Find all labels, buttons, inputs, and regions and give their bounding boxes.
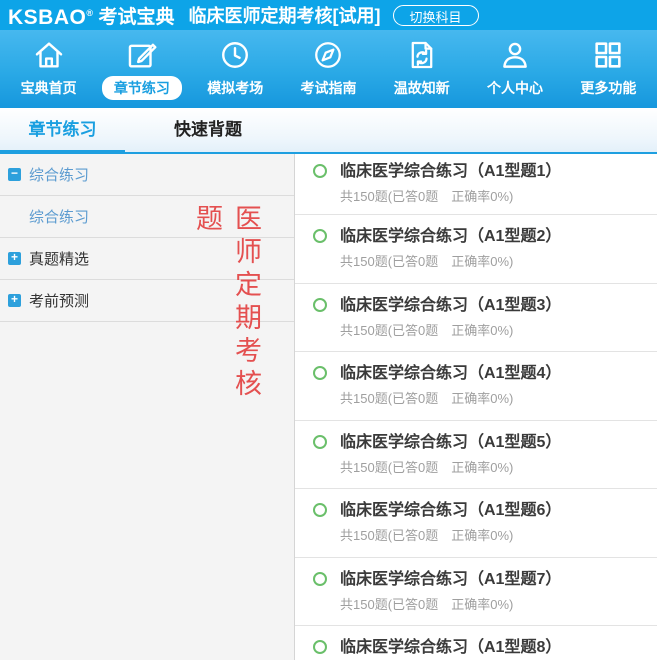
item-stats: 共150题(已答0题 正确率0%) [340, 596, 514, 612]
item-title: 临床医学综合练习（A1型题7） [340, 570, 562, 588]
expand-icon[interactable]: + [8, 293, 21, 307]
collapse-icon[interactable]: − [8, 167, 21, 181]
item-title: 临床医学综合练习（A1型题5） [340, 433, 562, 451]
nav-item-label: 章节练习 [101, 76, 182, 100]
radio-circle-icon [313, 297, 327, 312]
sidebar-item[interactable]: + 真题精选 [0, 238, 294, 280]
item-text: 临床医学综合练习（A1型题3） 共150题(已答0题 正确率0%) [340, 296, 561, 352]
nav-item-edit[interactable]: 章节练习 [96, 38, 188, 100]
item-text: 临床医学综合练习（A1型题4） 共150题(已答0题 正确率0%) [340, 364, 561, 420]
nav-item-refresh-doc[interactable]: 温故知新 [376, 38, 468, 100]
item-title: 临床医学综合练习（A1型题3） [340, 296, 562, 314]
item-text: 临床医学综合练习（A1型题5） 共150题(已答0题 正确率0%) [340, 433, 561, 489]
item-stats: 共150题(已答0题 正确率0%) [340, 189, 514, 204]
item-text: 临床医学综合练习（A1型题1） 共150题(已答0题 正确率0%) [340, 162, 561, 214]
sidebar-item-label: 真题精选 [29, 251, 90, 268]
registered-mark: ® [86, 7, 94, 18]
nav-item-home[interactable]: 宝典首页 [3, 38, 95, 100]
app-title-bar: KSBAO® 考试宝典 临床医师定期考核[试用] 切换科目 [0, 0, 657, 30]
nav-item-user[interactable]: 个人中心 [469, 38, 561, 100]
practice-list-item[interactable]: 临床医学综合练习（A1型题7） 共150题(已答0题 正确率0%) [295, 557, 657, 626]
item-title: 临床医学综合练习（A1型题6） [340, 502, 562, 519]
sidebar-item[interactable]: − 综合练习 [0, 154, 294, 196]
radio-circle-icon [313, 640, 327, 654]
practice-list-item[interactable]: 临床医学综合练习（A1型题5） 共150题(已答0题 正确率0%) [295, 420, 657, 489]
item-stats: 共150题(已答0题 正确率0%) [340, 528, 514, 543]
clock-icon [218, 38, 252, 72]
item-stats: 共150题(已答0题 正确率0%) [340, 322, 514, 338]
tab-bar: 章节练习 快速背题 [0, 108, 657, 154]
practice-list: 临床医学综合练习（A1型题1） 共150题(已答0题 正确率0%) 临床医学综合练习… [295, 154, 657, 660]
radio-circle-icon [313, 164, 327, 178]
user-icon [498, 38, 532, 72]
item-text: 临床医学综合练习（A1型题2） 共150题(已答0题 正确率0%) [340, 227, 561, 283]
grid-icon [591, 38, 625, 72]
compass-icon [311, 38, 345, 72]
sidebar-item-label: 考前预测 [29, 293, 90, 310]
tab-quick-recite[interactable]: 快速背题 [151, 108, 265, 152]
nav-item-label: 个人中心 [487, 80, 544, 96]
switch-subject-button[interactable]: 切换科目 [392, 4, 479, 26]
tab-chapter-practice[interactable]: 章节练习 [0, 108, 125, 154]
item-title: 临床医学综合练习（A1型题8） [340, 639, 562, 656]
nav-item-label: 模拟考场 [207, 80, 264, 96]
practice-list-item[interactable]: 临床医学综合练习（A1型题2） 共150题(已答0题 正确率0%) [295, 215, 657, 284]
practice-list-item[interactable]: 临床医学综合练习（A1型题8）共150题(已答0题 正确率0%) [295, 626, 657, 660]
main-area: − 综合练习 综合练习 + 真题精选 + 考前预测 医师定期考核题 临床医学综合练习（A1型题… [0, 154, 657, 660]
item-title: 临床医学综合练习（A1型题2） [340, 228, 562, 245]
item-stats: 共150题(已答0题 正确率0%) [340, 254, 514, 269]
nav-item-clock[interactable]: 模拟考场 [189, 38, 281, 100]
radio-circle-icon [313, 229, 327, 243]
brand-name: 考试宝典 [98, 6, 175, 28]
nav-item-label: 更多功能 [580, 80, 637, 96]
practice-list-item[interactable]: 临床医学综合练习（A1型题4） 共150题(已答0题 正确率0%) [295, 352, 657, 421]
practice-list-item[interactable]: 临床医学综合练习（A1型题6） 共150题(已答0题 正确率0%) [295, 489, 657, 558]
item-title: 临床医学综合练习（A1型题4） [340, 365, 562, 382]
nav-bar: 宝典首页 章节练习 模拟考场 考试指南 温故知新 个人中心 更多功能 [0, 30, 657, 108]
item-title: 临床医学综合练习（A1型题1） [340, 163, 562, 180]
item-text: 临床医学综合练习（A1型题7） 共150题(已答0题 正确率0%) [340, 570, 561, 626]
edit-icon [125, 38, 159, 72]
sidebar-item-label: 综合练习 [29, 209, 90, 226]
sidebar: − 综合练习 综合练习 + 真题精选 + 考前预测 医师定期考核题 [0, 154, 295, 660]
radio-circle-icon [313, 366, 327, 380]
refresh-doc-icon [405, 38, 439, 72]
radio-circle-icon [313, 571, 327, 586]
ksbao-logo: KSBAO® [8, 5, 94, 29]
sidebar-item[interactable]: + 考前预测 [0, 280, 294, 322]
nav-item-compass[interactable]: 考试指南 [282, 38, 374, 100]
nav-item-label: 温故知新 [393, 80, 450, 96]
item-stats: 共150题(已答0题 正确率0%) [340, 459, 514, 475]
item-stats: 共150题(已答0题 正确率0%) [340, 391, 514, 406]
nav-item-grid[interactable]: 更多功能 [562, 38, 654, 100]
practice-list-item[interactable]: 临床医学综合练习（A1型题1） 共150题(已答0题 正确率0%) [295, 154, 657, 215]
radio-circle-icon [313, 434, 327, 449]
expand-icon[interactable]: + [8, 251, 21, 265]
sidebar-item-label: 综合练习 [29, 167, 90, 184]
item-text: 临床医学综合练习（A1型题8）共150题(已答0题 正确率0%) [340, 638, 561, 660]
sidebar-subitem[interactable]: 综合练习 [0, 196, 294, 238]
radio-circle-icon [313, 503, 327, 517]
nav-item-label: 考试指南 [300, 80, 357, 96]
item-text: 临床医学综合练习（A1型题6） 共150题(已答0题 正确率0%) [340, 501, 561, 557]
practice-list-item[interactable]: 临床医学综合练习（A1型题3） 共150题(已答0题 正确率0%) [295, 283, 657, 352]
exam-title: 临床医师定期考核[试用] [188, 6, 381, 26]
home-icon [32, 38, 66, 72]
nav-item-label: 宝典首页 [20, 80, 77, 96]
